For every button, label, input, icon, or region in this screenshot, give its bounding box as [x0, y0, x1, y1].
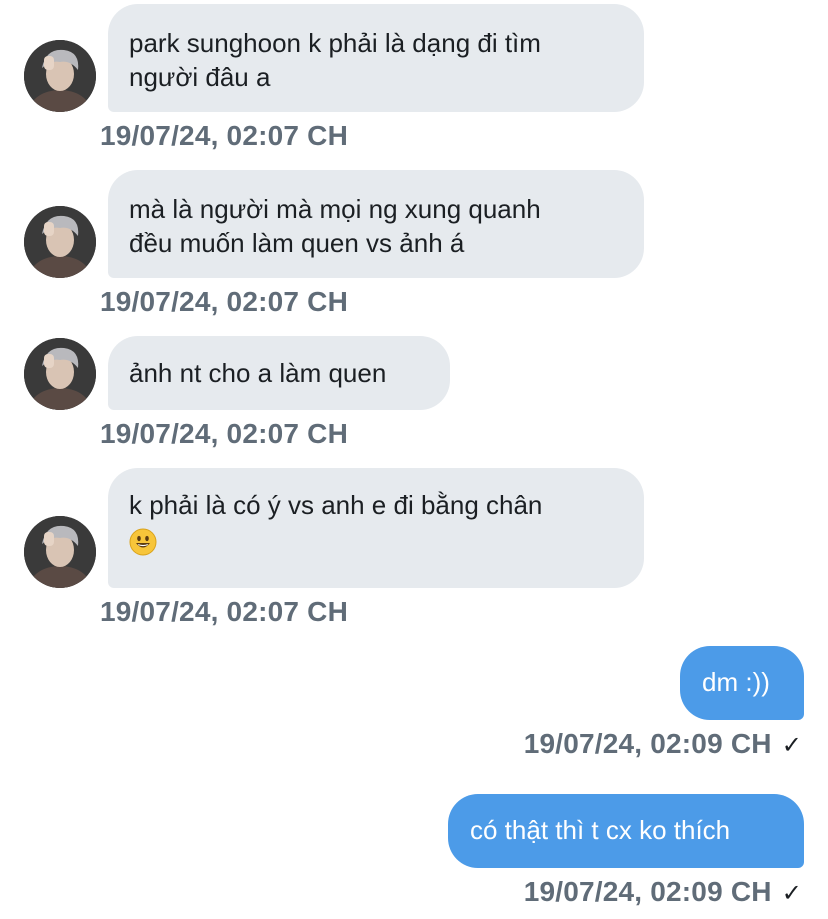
sent-checkmark-icon: ✓ [781, 731, 802, 759]
incoming-message-bubble[interactable]: ảnh nt cho a làm quen [108, 336, 450, 410]
message-timestamp-row: 19/07/24, 02:09 CH ✓ [524, 876, 802, 908]
outgoing-message-bubble[interactable]: dm :)) [680, 646, 804, 720]
message-timestamp: 19/07/24, 02:07 CH [100, 120, 348, 151]
message-text: có thật thì t cx ko thích [470, 815, 731, 845]
message-text: k phải là có ý vs anh e đi bằng chân [129, 490, 543, 520]
message-text: đều muốn làm quen vs ảnh á [129, 228, 465, 258]
incoming-message-bubble[interactable]: park sunghoon k phải là dạng đi tìm ngườ… [108, 4, 644, 112]
message-timestamp: 19/07/24, 02:07 CH [100, 418, 348, 449]
message-text: mà là người mà mọi ng xung quanh [129, 194, 541, 224]
smiley-face-emoji-icon [129, 528, 157, 564]
incoming-message-bubble[interactable]: mà là người mà mọi ng xung quanh đều muố… [108, 170, 644, 278]
message-timestamp: 19/07/24, 02:07 CH [100, 286, 348, 317]
sent-checkmark-icon: ✓ [781, 879, 802, 907]
message-text: dm :)) [702, 667, 770, 697]
sender-avatar[interactable] [24, 516, 96, 588]
incoming-message-bubble[interactable]: k phải là có ý vs anh e đi bằng chân [108, 468, 644, 588]
sender-avatar[interactable] [24, 40, 96, 112]
message-timestamp-row: 19/07/24, 02:09 CH ✓ [524, 728, 802, 760]
message-text: park sunghoon k phải là dạng đi tìm [129, 28, 541, 58]
message-text: ảnh nt cho a làm quen [129, 358, 387, 388]
message-timestamp: 19/07/24, 02:09 CH [523, 876, 772, 907]
message-timestamp: 19/07/24, 02:09 CH [523, 728, 772, 759]
sender-avatar[interactable] [24, 338, 96, 410]
message-timestamp: 19/07/24, 02:07 CH [100, 596, 348, 627]
outgoing-message-bubble[interactable]: có thật thì t cx ko thích [448, 794, 804, 868]
message-text: người đâu a [129, 62, 271, 92]
sender-avatar[interactable] [24, 206, 96, 278]
